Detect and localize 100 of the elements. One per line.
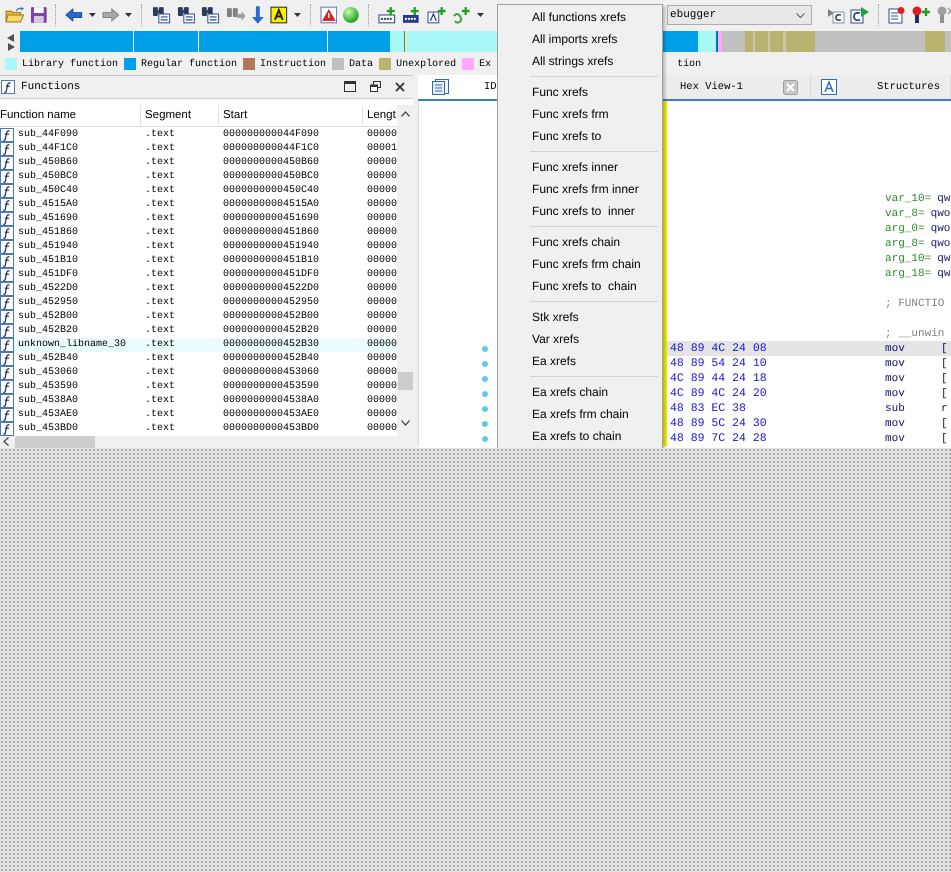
menu-item[interactable]: Func xrefs chain — [498, 231, 662, 253]
warning-icon[interactable] — [320, 6, 338, 24]
table-cell-text: 00000 — [366, 185, 397, 196]
table-cell-text: sub_452950 — [18, 297, 80, 308]
binoculars-icon[interactable] — [176, 6, 196, 24]
table-cell-text: 0000000000450C40 — [222, 185, 320, 196]
tab[interactable]: Structures — [810, 75, 951, 99]
operand: [ — [941, 372, 948, 384]
stack-variable: arg_8= — [885, 238, 925, 250]
table-cell-text: 0000000000451860 — [222, 227, 320, 238]
document-icon — [432, 79, 450, 95]
menu-item[interactable]: Func xrefs to chain — [498, 275, 662, 297]
menu-item[interactable]: Func xrefs frm — [498, 103, 662, 125]
table-cell-text: sub_453AE0 — [18, 409, 80, 420]
binoculars-icon[interactable] — [200, 6, 220, 24]
column-header[interactable]: Segment — [141, 104, 219, 126]
table-cell-text: sub_450C40 — [18, 185, 80, 196]
delete-breakpoint-icon[interactable] — [936, 6, 951, 24]
dot-icon — [482, 360, 488, 366]
table-cell-text: 00000 — [366, 171, 397, 182]
mnemonic: mov — [885, 342, 906, 354]
structure-icon — [820, 79, 837, 95]
table-cell-text: 0000000000452B40 — [222, 353, 320, 364]
menu-item[interactable]: Stk xrefs — [498, 306, 662, 328]
restore-icon[interactable] — [370, 81, 381, 92]
breakpoint-list-icon[interactable] — [888, 6, 906, 24]
binoculars-icon[interactable] — [151, 6, 171, 24]
caret-icon[interactable] — [477, 13, 484, 17]
maximize-icon[interactable] — [344, 81, 356, 92]
back-arrow-icon[interactable] — [65, 8, 83, 22]
legend-label: Data — [349, 58, 374, 70]
table-cell-text: 00000 — [366, 227, 397, 238]
instruction-bytes: 4C 89 44 24 18 — [670, 372, 768, 385]
variable-type: qw — [937, 192, 950, 204]
scroll-thumb[interactable] — [15, 436, 95, 448]
table-cell-text: 0000000000452B00 — [222, 311, 320, 322]
column-header[interactable]: Lengt — [363, 104, 397, 126]
marker-icon[interactable] — [270, 6, 288, 24]
menu-item[interactable]: Var xrefs — [498, 328, 662, 350]
table-cell-text: 000000000044F090 — [222, 129, 320, 140]
table-cell-text: sub_450BC0 — [18, 171, 80, 182]
menu-item[interactable]: Func xrefs — [498, 81, 662, 103]
caret-icon[interactable] — [294, 13, 301, 17]
legend-label: Library function — [22, 58, 118, 70]
scroll-up-icon[interactable] — [400, 110, 410, 117]
table-cell-text: sub_44F1C0 — [18, 143, 80, 154]
table-cell-text: .text — [144, 409, 176, 420]
dot-icon — [482, 390, 488, 396]
sphere-icon[interactable] — [342, 6, 360, 24]
instruction-bytes: 48 89 4C 24 08 — [670, 342, 768, 355]
table-cell-text: 0000000000451940 — [222, 241, 320, 252]
save-icon[interactable] — [30, 6, 48, 24]
table-cell-text: 0000000000452B30 — [222, 339, 320, 350]
forward-arrow-icon[interactable] — [102, 8, 120, 22]
scroll-thumb[interactable] — [398, 372, 412, 390]
table-cell-text: .text — [144, 269, 176, 280]
caret-icon[interactable] — [88, 13, 96, 17]
table-cell-text: sub_44F090 — [18, 129, 80, 140]
menu-item[interactable]: Func xrefs inner — [498, 156, 662, 178]
horizontal-scrollbar[interactable] — [0, 436, 413, 448]
menu-item[interactable]: All imports xrefs — [498, 28, 662, 50]
table-cell-text: sub_451DF0 — [18, 269, 80, 280]
add-breakpoint-icon[interactable] — [911, 6, 931, 24]
table-cell-text: 00000000004522D0 — [222, 283, 320, 294]
add-code-icon[interactable] — [378, 6, 398, 24]
folder-icon[interactable] — [5, 6, 25, 24]
variable-type: qw — [937, 268, 950, 280]
scroll-arrows-icon[interactable] — [5, 32, 17, 50]
menu-item[interactable]: Ea xrefs — [498, 350, 662, 372]
legend-label: Instruction — [260, 58, 326, 70]
menu-item[interactable]: Func xrefs frm inner — [498, 178, 662, 200]
library-row-highlight[interactable]: unknown_libname_30 .text 0000000000452B30 00000 — [0, 338, 397, 352]
table-cell-text: 0000000000452950 — [222, 297, 320, 308]
table-cell-text: 0000000000452B20 — [222, 325, 320, 336]
menu-item[interactable]: Func xrefs frm chain — [498, 253, 662, 275]
menu-item[interactable]: Ea xrefs frm chain — [498, 403, 662, 425]
table-cell-text: .text — [144, 423, 176, 434]
close-icon[interactable] — [395, 82, 405, 92]
scroll-left-icon[interactable] — [3, 437, 9, 446]
menu-item[interactable]: Func xrefs to — [498, 125, 662, 147]
menu-item[interactable]: All strings xrefs — [498, 50, 662, 72]
menu-item[interactable]: Ea xrefs chain — [498, 381, 662, 403]
menu-item[interactable]: All functions xrefs — [498, 6, 662, 28]
debugger-dropdown[interactable]: ebugger — [667, 5, 812, 25]
table-cell-text: .text — [144, 283, 176, 294]
menu-item[interactable]: Func xrefs to inner — [498, 200, 662, 222]
caret-icon[interactable] — [125, 13, 132, 17]
add-string-icon[interactable] — [426, 6, 447, 24]
column-header[interactable]: Function name — [0, 104, 141, 126]
stack-variable: var_10= — [885, 192, 932, 204]
mnemonic: sub — [885, 402, 906, 414]
table-cell-text: 0000000000451DF0 — [222, 269, 320, 280]
menu-item[interactable]: Ea xrefs to chain — [498, 425, 662, 447]
table-cell-text: .text — [144, 185, 176, 196]
legend-label: tion — [677, 58, 702, 70]
table-cell-text: .text — [144, 325, 176, 336]
scroll-down-icon[interactable] — [400, 420, 410, 426]
column-header[interactable]: Start — [219, 104, 363, 126]
table-cell-text: .text — [144, 311, 176, 322]
down-arrow-icon[interactable] — [251, 5, 266, 25]
